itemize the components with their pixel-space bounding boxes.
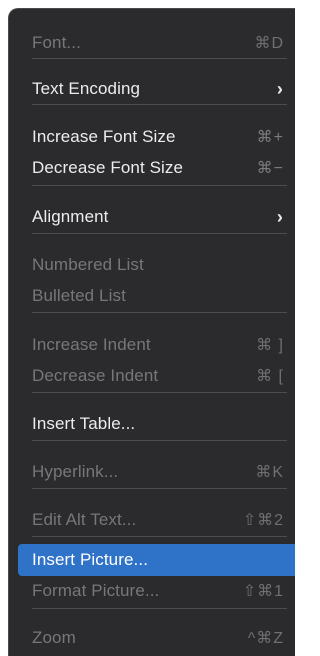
menu-item-label: Bulleted List (32, 286, 126, 305)
menu-separator (32, 536, 287, 537)
menu-item-label: Numbered List (32, 255, 144, 274)
menu-item-label: Hyperlink... (32, 462, 119, 481)
menu-item-label: Format Picture... (32, 581, 160, 600)
menu-item-text-encoding[interactable]: Text Encoding › (18, 73, 295, 105)
menu-item-font[interactable]: Font... ⌘D (18, 27, 295, 59)
menu-item-shortcut: ⌘− (256, 160, 284, 177)
menu-item-label: Increase Indent (32, 335, 151, 354)
chevron-right-icon: › (276, 206, 283, 227)
menu-separator (32, 312, 287, 313)
menu-item-increase-font-size[interactable]: Increase Font Size ⌘+ (18, 121, 295, 153)
menu-item-shortcut: ⌘D (254, 35, 284, 52)
chevron-right-icon: › (276, 78, 283, 99)
menu-separator (32, 392, 287, 393)
menu-item-label: Font... (32, 33, 81, 52)
menu-item-label: Decrease Font Size (32, 158, 184, 177)
menu-item-label: Alignment (32, 207, 109, 226)
menu-item-zoom[interactable]: Zoom ^⌘Z (18, 622, 295, 654)
menu-item-decrease-font-size[interactable]: Decrease Font Size ⌘− (18, 152, 295, 184)
menu-item-label: Text Encoding (32, 79, 141, 98)
menu-separator (32, 233, 287, 234)
menu-separator (32, 488, 287, 489)
menu-item-hyperlink[interactable]: Hyperlink... ⌘K (18, 456, 295, 488)
menu-separator (32, 58, 287, 59)
menu-item-shortcut: ^⌘Z (247, 630, 284, 647)
menu-separator (32, 440, 287, 441)
menu-item-shortcut: ⇧⌘2 (242, 512, 284, 529)
menu-item-label: Insert Table... (32, 414, 136, 433)
format-menu: Font... ⌘D Text Encoding › Increase Font… (8, 8, 295, 656)
menu-item-decrease-indent[interactable]: Decrease Indent ⌘ [ (18, 360, 295, 392)
menu-item-numbered-list[interactable]: Numbered List (18, 249, 295, 281)
menu-item-shortcut: ⌘+ (256, 129, 284, 146)
menu-item-shortcut: ⌘ ] (256, 337, 284, 354)
menu-item-label: Edit Alt Text... (32, 510, 137, 529)
menu-item-label: Zoom (32, 628, 76, 647)
menu-item-shortcut: ⌘ [ (256, 368, 284, 385)
menu-item-insert-picture[interactable]: Insert Picture... (18, 544, 295, 576)
menu-item-shortcut: ⇧⌘1 (242, 583, 284, 600)
menu-separator (32, 104, 287, 105)
menu-item-label: Decrease Indent (32, 366, 159, 385)
menu-item-alignment[interactable]: Alignment › (18, 201, 295, 233)
menu-item-format-picture[interactable]: Format Picture... ⇧⌘1 (18, 575, 295, 607)
menu-item-label: Insert Picture... (32, 550, 149, 569)
menu-separator (32, 185, 287, 186)
menu-item-bulleted-list[interactable]: Bulleted List (18, 280, 295, 312)
menu-item-shortcut: ⌘K (255, 464, 284, 481)
menu-item-edit-alt-text[interactable]: Edit Alt Text... ⇧⌘2 (18, 504, 295, 536)
menu-item-insert-table[interactable]: Insert Table... (18, 408, 295, 440)
menu-item-label: Increase Font Size (32, 127, 176, 146)
menu-separator (32, 608, 287, 609)
menu-item-increase-indent[interactable]: Increase Indent ⌘ ] (18, 329, 295, 361)
